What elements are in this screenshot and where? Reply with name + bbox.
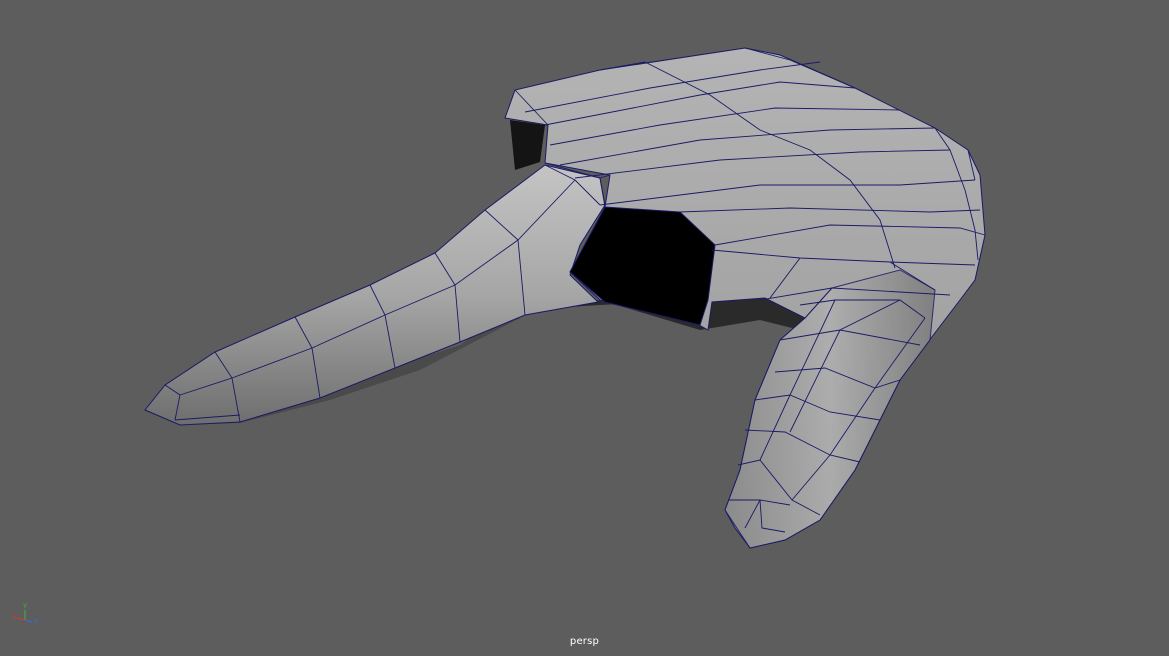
- axis-gizmo-icon: [16, 610, 33, 623]
- mesh-underside-shadow: [510, 120, 545, 170]
- camera-name-label: persp: [569, 636, 600, 647]
- axis-x-label: x: [12, 613, 17, 621]
- hand-mesh[interactable]: [0, 0, 1169, 656]
- perspective-viewport[interactable]: y x z persp: [0, 0, 1169, 656]
- axis-y-label: y: [23, 601, 28, 609]
- axis-gizmo: y x z: [12, 601, 46, 630]
- axis-z-label: z: [34, 617, 38, 625]
